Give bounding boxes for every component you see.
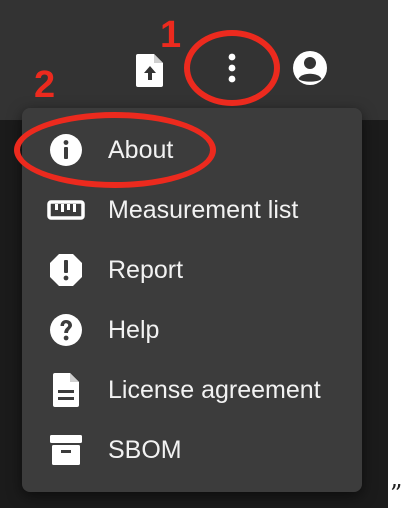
description-icon	[46, 370, 86, 410]
menu-item-license-agreement[interactable]: License agreement	[22, 360, 362, 420]
menu-item-report[interactable]: Report	[22, 240, 362, 300]
menu-item-label: License agreement	[108, 375, 321, 404]
trailing-quote-mark: ”	[390, 480, 403, 508]
account-circle-icon[interactable]	[288, 46, 332, 90]
help-icon	[46, 310, 86, 350]
menu-item-label: Report	[108, 255, 184, 284]
annotation-circle-more	[184, 30, 280, 106]
report-icon	[46, 250, 86, 290]
archive-icon	[46, 430, 86, 470]
menu-item-sbom[interactable]: SBOM	[22, 420, 362, 480]
annotation-circle-about	[14, 112, 216, 188]
menu-item-label: SBOM	[108, 435, 182, 464]
menu-item-help[interactable]: Help	[22, 300, 362, 360]
app-screen: About Measurement list Report Help Licen…	[0, 0, 388, 508]
menu-item-label: Measurement list	[108, 195, 299, 224]
ruler-icon	[46, 190, 86, 230]
menu-item-label: Help	[108, 315, 160, 344]
annotation-number-1: 1	[160, 14, 182, 56]
annotation-number-2: 2	[34, 64, 56, 106]
menu-item-measurement-list[interactable]: Measurement list	[22, 180, 362, 240]
